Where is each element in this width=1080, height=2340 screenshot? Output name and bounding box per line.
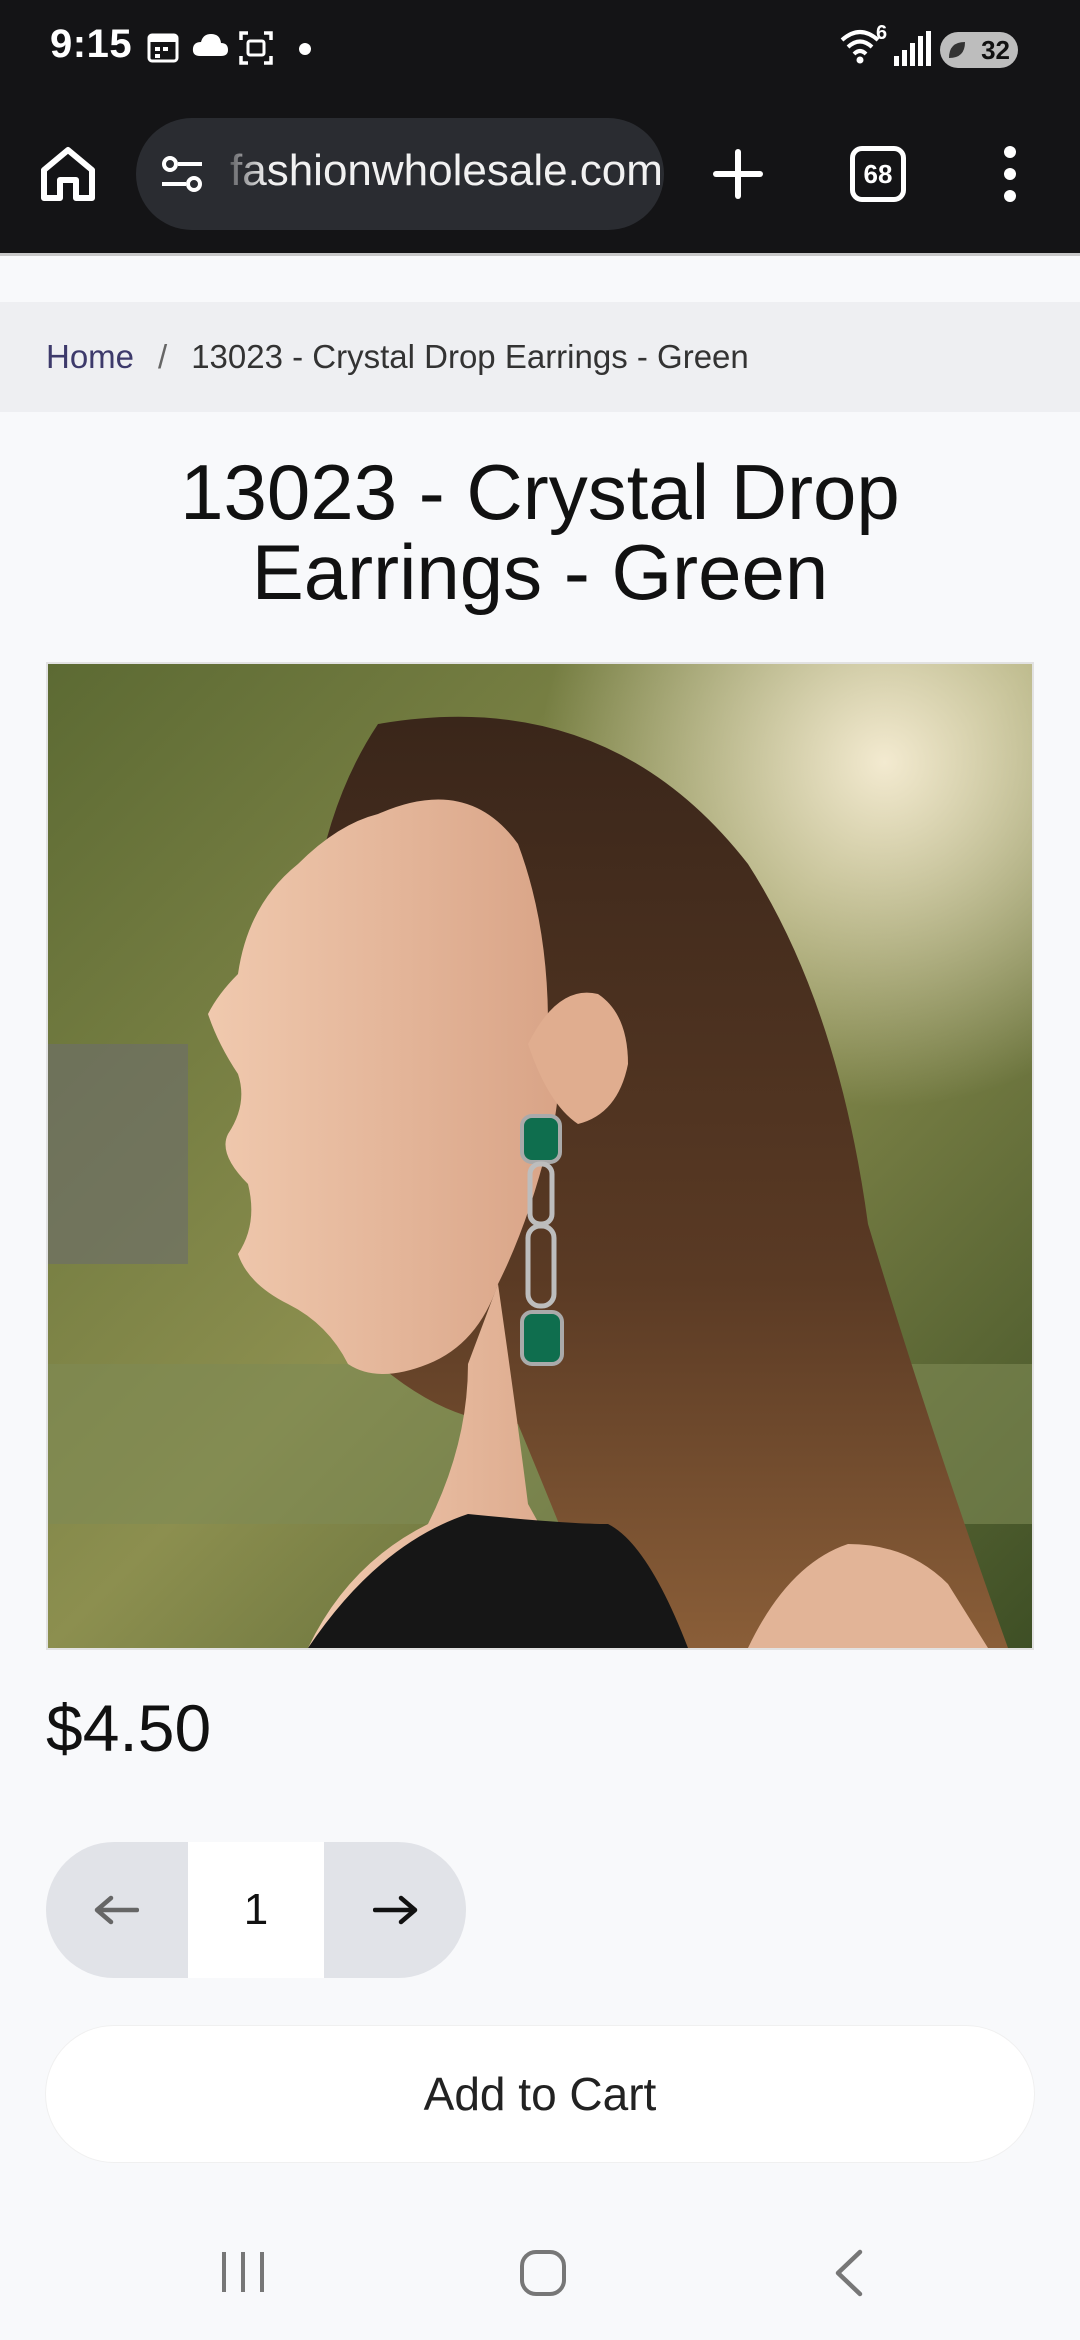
system-navigation-bar — [0, 2200, 1080, 2340]
quantity-value[interactable]: 1 — [188, 1842, 324, 1978]
status-time: 9:15 — [50, 22, 133, 66]
breadcrumb-current: 13023 - Crystal Drop Earrings - Green — [191, 338, 749, 375]
arrow-left-icon — [94, 1895, 139, 1925]
url-fade — [216, 118, 266, 230]
decrease-quantity-button[interactable] — [46, 1842, 186, 1978]
product-image[interactable] — [46, 662, 1034, 1650]
toolbar-divider — [0, 253, 1080, 256]
browser-top-bar: 9:15 6 32 fashionwholesale.com 68 — [0, 0, 1080, 253]
breadcrumb-separator: / — [158, 338, 168, 375]
product-photo-illustration — [48, 664, 1032, 1648]
new-tab-icon[interactable] — [706, 142, 770, 206]
add-to-cart-button[interactable]: Add to Cart — [46, 2026, 1034, 2162]
battery-saver-icon — [949, 42, 965, 58]
tab-switcher-button[interactable]: 68 — [850, 146, 906, 202]
more-options-icon[interactable] — [990, 142, 1030, 206]
page-title: 13023 - Crystal Drop Earrings - Green — [180, 448, 900, 616]
home-icon[interactable] — [36, 142, 100, 206]
site-settings-icon[interactable] — [158, 150, 206, 198]
back-icon[interactable] — [828, 2248, 868, 2298]
home-nav-icon[interactable] — [518, 2248, 568, 2298]
arrow-right-icon — [373, 1895, 418, 1925]
breadcrumb: Home / 13023 - Crystal Drop Earrings - G… — [0, 302, 1080, 412]
calendar-icon — [147, 33, 179, 63]
breadcrumb-home-link[interactable]: Home — [46, 338, 134, 376]
increase-quantity-button[interactable] — [326, 1842, 466, 1978]
signal-icon — [894, 31, 931, 66]
screenshot-icon — [239, 31, 273, 65]
wifi-badge: 6 — [876, 22, 888, 44]
battery-level: 32 — [981, 34, 1010, 65]
address-bar[interactable]: fashionwholesale.com — [136, 118, 664, 230]
status-bar: 9:15 6 32 — [0, 0, 1080, 100]
quantity-stepper: 1 — [46, 1842, 466, 1978]
notification-dot-icon — [299, 43, 311, 55]
product-price: $4.50 — [46, 1691, 212, 1765]
battery-indicator: 32 — [940, 32, 1018, 68]
cloud-icon — [192, 34, 228, 56]
recent-apps-icon[interactable] — [218, 2248, 268, 2296]
url-text: fashionwholesale.com — [230, 146, 663, 195]
browser-toolbar: fashionwholesale.com 68 — [0, 118, 1080, 232]
